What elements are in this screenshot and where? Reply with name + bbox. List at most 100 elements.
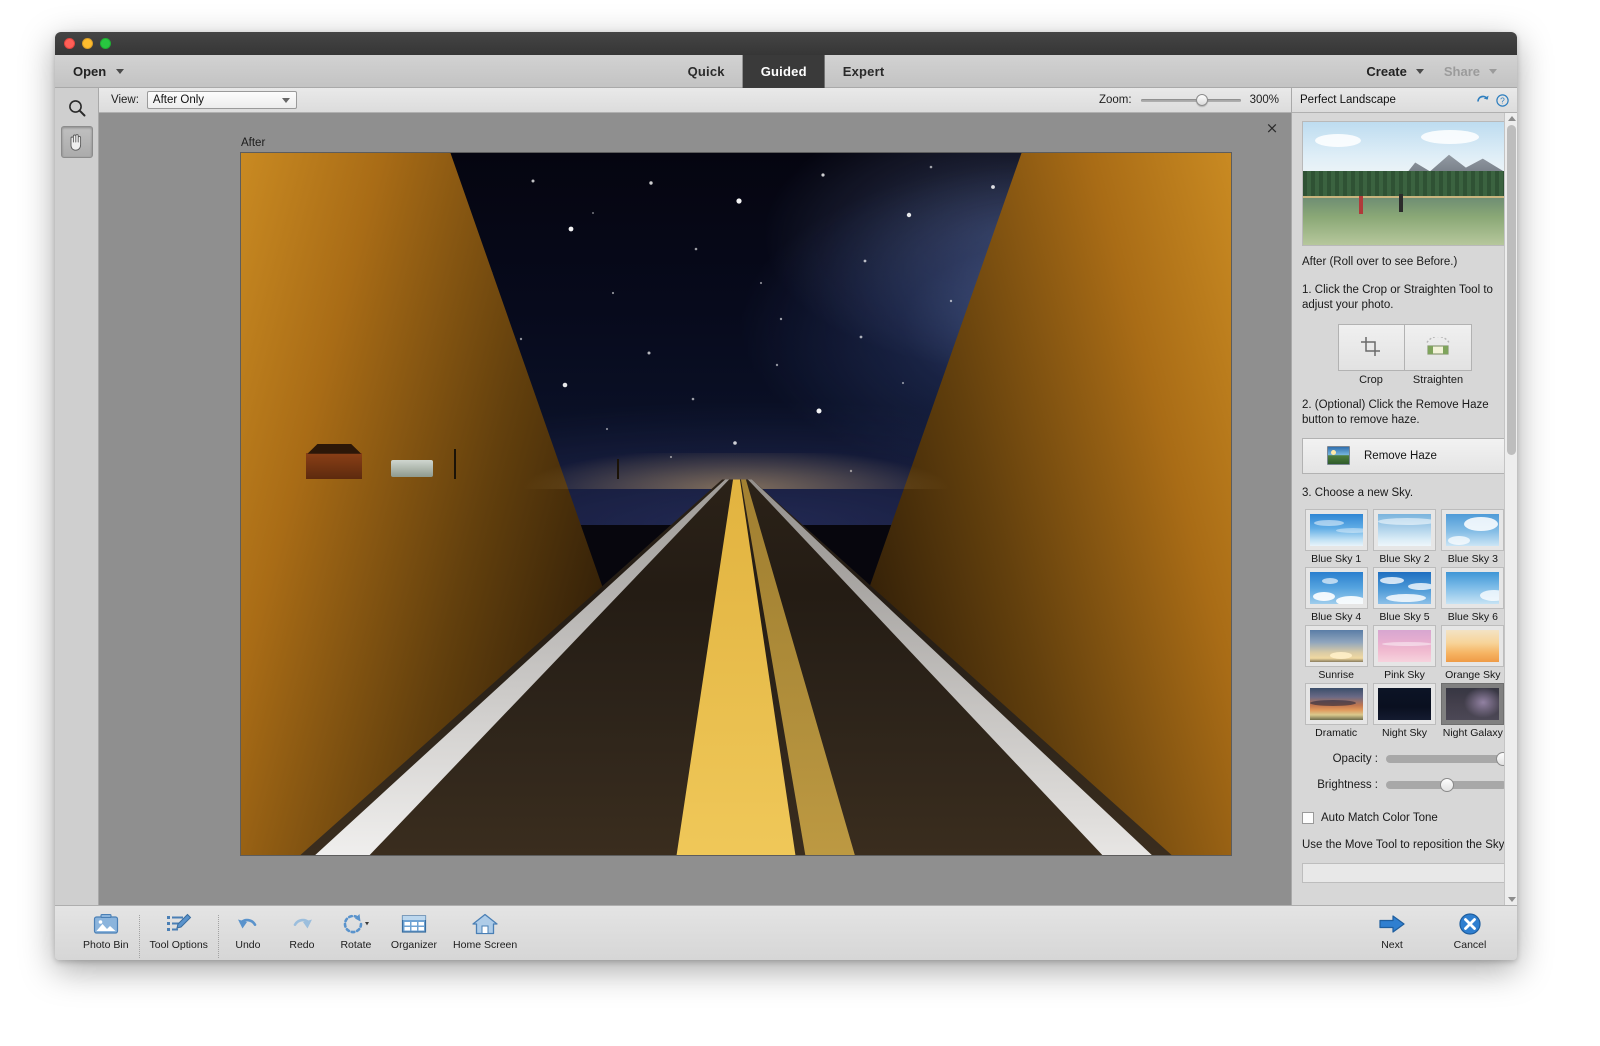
crop-button[interactable] bbox=[1339, 325, 1405, 370]
brightness-slider[interactable] bbox=[1386, 778, 1507, 793]
crop-label: Crop bbox=[1359, 373, 1383, 386]
view-select[interactable]: After Only bbox=[146, 91, 297, 109]
panel-title: Perfect Landscape bbox=[1300, 94, 1396, 106]
undo-button[interactable]: Undo bbox=[221, 913, 275, 951]
sky-option-label: Blue Sky 4 bbox=[1311, 611, 1362, 624]
move-tool-tip: Use the Move Tool to reposition the Sky. bbox=[1302, 839, 1507, 852]
sky-option-blue-sky-3[interactable]: Blue Sky 3 bbox=[1439, 508, 1507, 566]
guided-preview-image[interactable] bbox=[1302, 121, 1507, 246]
scroll-down-icon[interactable] bbox=[1508, 897, 1516, 902]
opacity-slider[interactable] bbox=[1386, 752, 1511, 767]
sky-option-blue-sky-1[interactable]: Blue Sky 1 bbox=[1302, 508, 1370, 566]
close-icon[interactable]: × bbox=[1265, 121, 1279, 136]
brightness-label: Brightness : bbox=[1317, 779, 1378, 792]
guided-edit-panel: Perfect Landscape ? After (Roll over to … bbox=[1291, 88, 1517, 905]
window-minimize-button[interactable] bbox=[82, 38, 93, 49]
sky-option-blue-sky-6[interactable]: Blue Sky 6 bbox=[1439, 566, 1507, 624]
bottom-right-actions: Next Cancel bbox=[1365, 913, 1497, 951]
zoom-slider-track bbox=[1140, 98, 1241, 102]
sky-option-label: Dramatic bbox=[1315, 727, 1358, 740]
tool-options-label: Tool Options bbox=[149, 939, 208, 951]
sky-option-night-sky[interactable]: Night Sky bbox=[1370, 682, 1438, 740]
application-window: Open Quick Guided Expert Create Share Vi… bbox=[55, 32, 1517, 960]
arrow-right-icon bbox=[1379, 915, 1405, 933]
brightness-slider-knob[interactable] bbox=[1440, 778, 1455, 793]
chevron-down-icon[interactable] bbox=[281, 97, 290, 103]
truck bbox=[391, 460, 434, 478]
preview-water bbox=[1303, 198, 1506, 245]
sky-option-label: Blue Sky 3 bbox=[1447, 553, 1498, 566]
menu-right-group: Create Share bbox=[1366, 55, 1517, 87]
create-label: Create bbox=[1366, 63, 1407, 79]
hand-icon bbox=[70, 134, 82, 151]
preview-figure bbox=[1399, 194, 1403, 212]
auto-match-checkbox[interactable] bbox=[1302, 812, 1314, 825]
organizer-button[interactable]: Organizer bbox=[383, 913, 445, 951]
reset-icon[interactable] bbox=[1476, 94, 1490, 106]
sky-thumbnail bbox=[1373, 568, 1435, 609]
next-button[interactable]: Next bbox=[1365, 913, 1419, 951]
chevron-down-icon[interactable] bbox=[1489, 68, 1497, 74]
redo-icon bbox=[293, 918, 312, 929]
rotate-button[interactable]: Rotate bbox=[329, 913, 383, 951]
search-icon bbox=[68, 100, 85, 117]
sky-option-dramatic[interactable]: Dramatic bbox=[1302, 682, 1370, 740]
sky-option-label: Blue Sky 1 bbox=[1311, 553, 1362, 566]
preview-caption: After (Roll over to see Before.) bbox=[1302, 256, 1458, 268]
tab-expert[interactable]: Expert bbox=[825, 55, 903, 88]
sky-option-label: Blue Sky 2 bbox=[1379, 553, 1430, 566]
scroll-up-icon[interactable] bbox=[1508, 116, 1516, 121]
open-label: Open bbox=[73, 63, 107, 79]
hand-tool-button[interactable] bbox=[60, 126, 93, 158]
sky-option-pink-sky[interactable]: Pink Sky bbox=[1370, 624, 1438, 682]
sky-thumbnail bbox=[1442, 510, 1504, 551]
editor-column: View: After Only Zoom: 300% × After bbox=[99, 88, 1291, 905]
zoom-slider[interactable] bbox=[1140, 93, 1241, 107]
share-button[interactable]: Share bbox=[1444, 64, 1497, 79]
opacity-label: Opacity : bbox=[1332, 753, 1378, 766]
sky-option-orange-sky[interactable]: Orange Sky bbox=[1439, 624, 1507, 682]
option-bar: View: After Only Zoom: 300% bbox=[99, 88, 1291, 113]
crop-straighten-group bbox=[1337, 323, 1472, 371]
tab-quick[interactable]: Quick bbox=[670, 55, 743, 88]
scrollbar-thumb[interactable] bbox=[1507, 125, 1516, 455]
panel-scrollbar[interactable] bbox=[1504, 113, 1517, 905]
open-button[interactable]: Open bbox=[55, 55, 125, 87]
zoom-control-group: Zoom: 300% bbox=[1099, 93, 1279, 107]
home-screen-button[interactable]: Home Screen bbox=[445, 913, 525, 951]
redo-button[interactable]: Redo bbox=[275, 913, 329, 951]
step-2-text: 2. (Optional) Click the Remove Haze butt… bbox=[1302, 398, 1489, 427]
auto-match-row[interactable]: Auto Match Color Tone bbox=[1302, 812, 1507, 825]
sky-option-blue-sky-4[interactable]: Blue Sky 4 bbox=[1302, 566, 1370, 624]
sky-option-blue-sky-2[interactable]: Blue Sky 2 bbox=[1370, 508, 1438, 566]
sky-option-blue-sky-5[interactable]: Blue Sky 5 bbox=[1370, 566, 1438, 624]
undo-icon bbox=[237, 918, 257, 929]
sky-thumbnail bbox=[1305, 568, 1367, 609]
chevron-down-icon[interactable] bbox=[116, 68, 125, 74]
next-label: Next bbox=[1381, 939, 1403, 951]
remove-haze-button[interactable]: Remove Haze bbox=[1302, 437, 1507, 474]
sky-option-sunrise[interactable]: Sunrise bbox=[1302, 624, 1370, 682]
zoom-tool-button[interactable] bbox=[61, 92, 93, 124]
tool-options-button[interactable]: Tool Options bbox=[142, 913, 216, 951]
sky-thumbnail bbox=[1442, 684, 1504, 725]
sky-thumbnail bbox=[1442, 568, 1504, 609]
canvas-area[interactable]: × After bbox=[99, 113, 1291, 905]
zoom-slider-knob[interactable] bbox=[1195, 94, 1208, 106]
undo-label: Undo bbox=[235, 939, 261, 951]
cancel-label: Cancel bbox=[1453, 939, 1487, 951]
photo-bin-button[interactable]: Photo Bin bbox=[75, 913, 137, 951]
panel-extra-button[interactable] bbox=[1302, 863, 1507, 884]
window-maximize-button[interactable] bbox=[100, 38, 111, 49]
straighten-button[interactable] bbox=[1404, 324, 1471, 370]
rotate-label: Rotate bbox=[340, 939, 372, 951]
create-button[interactable]: Create bbox=[1366, 63, 1424, 79]
chevron-down-icon[interactable] bbox=[1415, 68, 1424, 74]
help-icon[interactable]: ? bbox=[1496, 93, 1509, 107]
photo-preview[interactable] bbox=[241, 153, 1231, 855]
window-close-button[interactable] bbox=[64, 38, 75, 49]
panel-content: After (Roll over to see Before.) 1. Clic… bbox=[1292, 113, 1517, 889]
sky-option-night-galaxy[interactable]: Night Galaxy bbox=[1439, 682, 1507, 740]
cancel-button[interactable]: Cancel bbox=[1443, 913, 1497, 951]
tab-guided[interactable]: Guided bbox=[742, 55, 825, 88]
